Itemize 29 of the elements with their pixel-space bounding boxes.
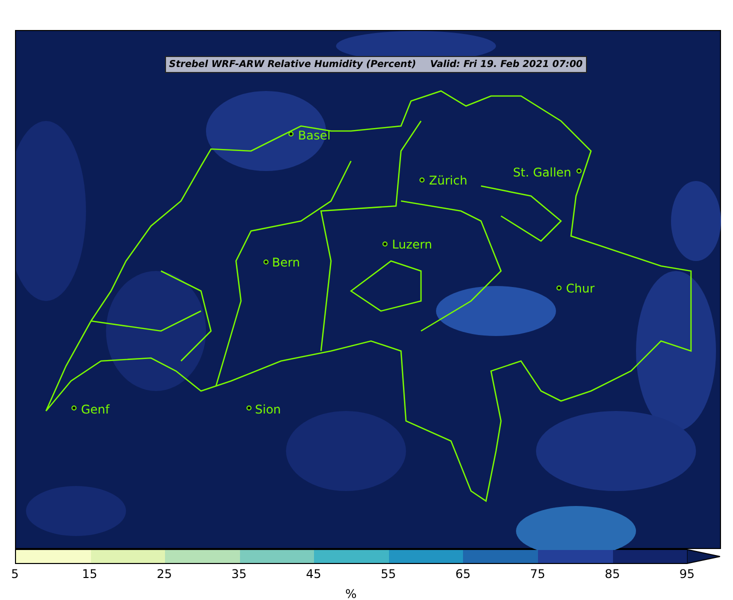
tick-label: 55 (380, 566, 396, 582)
city-dot (72, 406, 76, 410)
tick-label: 15 (82, 566, 98, 582)
city-dot (420, 178, 424, 182)
city-label: Bern (272, 255, 300, 270)
city-label: Luzern (392, 237, 432, 252)
tick-label: 75 (530, 566, 546, 582)
city-dot (264, 260, 268, 264)
tick-label: 35 (231, 566, 247, 582)
city-dot (288, 132, 294, 136)
city-label: Basel (298, 128, 331, 142)
city-dot (576, 168, 582, 174)
tick-label: 65 (455, 566, 471, 582)
city-label: Genf (81, 402, 110, 416)
tick-label: 5 (11, 566, 19, 582)
city-dot (382, 242, 388, 246)
valid-time: Valid: Fri 19. Feb 2021 07:00 (430, 58, 583, 71)
tick-label: 95 (679, 566, 695, 582)
tick-label: 85 (604, 566, 620, 582)
tick-label: 25 (156, 566, 172, 582)
city-label: Chur (566, 281, 595, 296)
city-label: Sion (255, 402, 281, 416)
map-title: Strebel WRF-ARW Relative Humidity (Percent) (169, 58, 416, 71)
colorbar-unit-label: % (344, 586, 358, 600)
city-label: Zürich (429, 173, 468, 188)
city-dot (556, 286, 562, 290)
city-dot (246, 406, 252, 410)
city-label: St. Gallen (513, 165, 572, 180)
tick-label: 45 (306, 566, 322, 582)
